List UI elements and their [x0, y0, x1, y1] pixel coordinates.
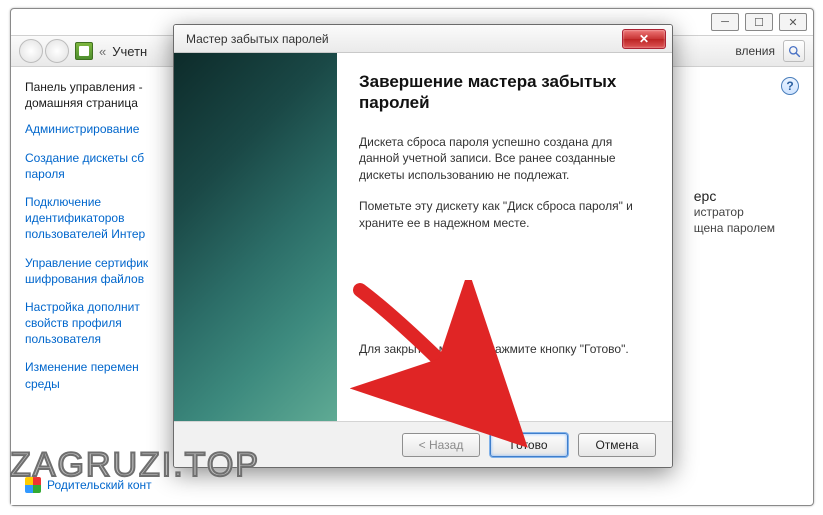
watermark: ZAGRUZI.TOP [10, 446, 260, 485]
sidebar-link-env-vars[interactable]: Изменение перемен среды [25, 359, 177, 391]
wizard-paragraph-2: Пометьте эту дискету как "Диск сброса па… [359, 198, 650, 232]
sidebar-link-admin[interactable]: Администрирование [25, 121, 177, 137]
wizard-heading: Завершение мастера забытых паролей [359, 71, 650, 114]
wizard-dialog: Мастер забытых паролей ✕ Завершение маст… [173, 24, 673, 468]
sidebar-link-reset-disk[interactable]: Создание дискеты сб пароля [25, 150, 177, 182]
account-role-fragment: истратор [694, 205, 775, 221]
minimize-button[interactable]: ─ [711, 13, 739, 31]
help-icon[interactable]: ? [781, 77, 799, 95]
finish-button[interactable]: Готово [490, 433, 568, 457]
toolbar-right-text: вления [735, 44, 775, 58]
account-name-fragment: ерс [694, 187, 775, 205]
sidebar-link-certificates[interactable]: Управление сертифик шифрования файлов [25, 255, 177, 287]
cancel-button[interactable]: Отмена [578, 433, 656, 457]
wizard-paragraph-1: Дискета сброса пароля успешно создана дл… [359, 134, 650, 184]
breadcrumb-chevrons: « [99, 44, 106, 59]
search-button[interactable] [783, 40, 805, 62]
wizard-paragraph-3: Для закрытия мастера нажмите кнопку "Гот… [359, 341, 650, 358]
account-password-status-fragment: щена паролем [694, 221, 775, 237]
nav-forward-button[interactable] [45, 39, 69, 63]
sidebar-heading: Панель управления - домашняя страница [25, 79, 177, 111]
breadcrumb[interactable]: Учетн [112, 44, 147, 59]
sidebar-link-online-ids[interactable]: Подключение идентификаторов пользователе… [25, 194, 177, 243]
wizard-close-button[interactable]: ✕ [622, 29, 666, 49]
wizard-content: Завершение мастера забытых паролей Диске… [337, 53, 672, 421]
wizard-title: Мастер забытых паролей [186, 32, 329, 46]
nav-back-button[interactable] [19, 39, 43, 63]
search-icon [788, 45, 801, 58]
close-icon: ✕ [639, 32, 649, 46]
wizard-side-banner [174, 53, 337, 421]
sidebar: Панель управления - домашняя страница Ад… [11, 67, 181, 505]
control-panel-icon [75, 42, 93, 60]
wizard-body: Завершение мастера забытых паролей Диске… [174, 53, 672, 421]
wizard-titlebar[interactable]: Мастер забытых паролей ✕ [174, 25, 672, 53]
maximize-button[interactable]: ☐ [745, 13, 773, 31]
back-button[interactable]: < Назад [402, 433, 480, 457]
sidebar-link-profile-advanced[interactable]: Настройка дополнит свойств профиля польз… [25, 299, 177, 348]
window-close-button[interactable]: ✕ [779, 13, 807, 31]
